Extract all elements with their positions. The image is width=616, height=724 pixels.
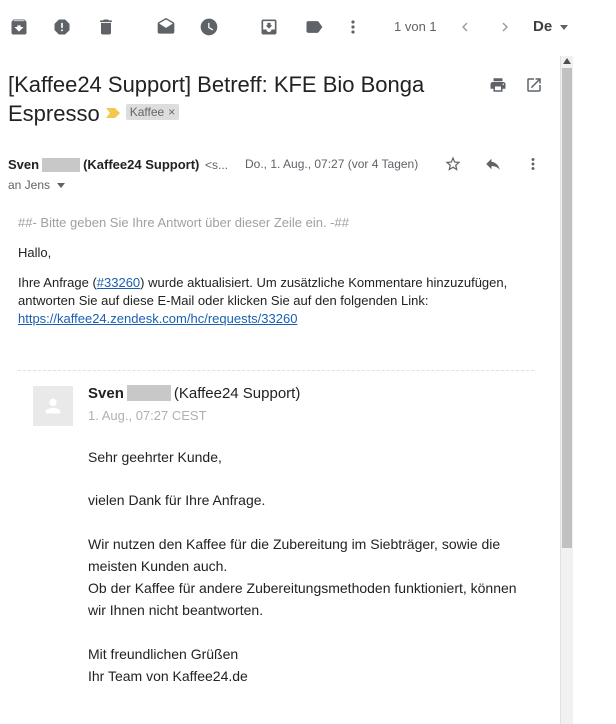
divider <box>18 370 534 371</box>
caret-down-icon <box>560 25 569 30</box>
redacted-surname <box>42 157 81 172</box>
report-spam-icon[interactable] <box>51 16 73 38</box>
mark-unread-icon[interactable] <box>155 16 177 38</box>
avatar <box>33 386 73 426</box>
scroll-thumb[interactable] <box>562 68 572 548</box>
quoted-sender: Sven (Kaffee24 Support) <box>88 385 300 402</box>
caret-down-icon <box>57 182 66 188</box>
important-marker-icon[interactable] <box>105 108 120 119</box>
language-selector[interactable]: De <box>533 18 569 35</box>
sender-first-name: Sven <box>8 157 40 172</box>
intro-text-before: Ihre Anfrage ( <box>18 275 97 290</box>
person-icon <box>45 398 61 414</box>
chevron-left-icon[interactable] <box>455 16 475 38</box>
quoted-date: 1. Aug., 07:27 CEST <box>88 408 207 423</box>
pager-count: 1 von 1 <box>394 19 437 34</box>
ticket-link[interactable]: #33260 <box>97 275 140 290</box>
chevron-right-icon[interactable] <box>495 16 515 38</box>
sender-email: <s... <box>205 158 229 172</box>
sender[interactable]: Sven (Kaffee24 Support) <s... <box>8 157 228 173</box>
greeting: Hallo, <box>18 245 52 260</box>
quoted-line-2: Ob der Kaffee für andere Zubereitungsmet… <box>88 580 517 618</box>
open-in-new-window-icon[interactable] <box>525 76 545 96</box>
label-chip-text: Kaffee <box>129 105 165 120</box>
quoted-thanks: vielen Dank für Ihre Anfrage. <box>88 492 266 508</box>
quoted-signature: Ihr Team von Kaffee24.de <box>88 668 248 684</box>
subject-text: [Kaffee24 Support] Betreff: KFE Bio Bong… <box>8 72 425 126</box>
reply-icon[interactable] <box>484 155 504 175</box>
redacted-surname <box>126 385 171 402</box>
quoted-closing: Mit freundlichen Grüßen <box>88 646 239 662</box>
language-label: De <box>533 18 553 35</box>
more-vert-icon[interactable] <box>524 155 544 175</box>
message-date: Do., 1. Aug., 07:27 (vor 4 Tagen) <box>245 157 419 171</box>
snooze-icon[interactable] <box>198 16 220 38</box>
move-to-inbox-icon[interactable] <box>258 16 280 38</box>
more-vert-icon[interactable] <box>342 16 364 38</box>
recipient-details[interactable]: an Jens <box>8 178 66 192</box>
quoted-first-name: Sven <box>88 385 124 402</box>
toolbar: 1 von 1 De <box>0 0 616 54</box>
star-icon[interactable] <box>444 155 464 175</box>
sender-org: (Kaffee24 Support) <box>83 157 200 172</box>
print-icon[interactable] <box>489 76 509 96</box>
label-chip-kaffee[interactable]: Kaffee × <box>125 104 180 121</box>
email-subject: [Kaffee24 Support] Betreff: KFE Bio Bong… <box>8 70 488 128</box>
scroll-up-arrow-icon[interactable] <box>563 58 571 64</box>
intro-paragraph: Ihre Anfrage (#33260) wurde aktualisiert… <box>18 274 538 328</box>
quoted-line-1: Wir nutzen den Kaffee für die Zubereitun… <box>88 536 501 574</box>
request-url-link[interactable]: https://kaffee24.zendesk.com/hc/requests… <box>18 311 297 326</box>
quoted-org: (Kaffee24 Support) <box>173 385 301 402</box>
label-icon[interactable] <box>303 16 325 38</box>
reply-marker: ##- Bitte geben Sie Ihre Antwort über di… <box>18 215 349 230</box>
archive-icon[interactable] <box>8 16 30 38</box>
recipient-text: an Jens <box>8 178 51 192</box>
quoted-salutation: Sehr geehrter Kunde, <box>88 449 222 465</box>
remove-label-icon[interactable]: × <box>168 105 175 119</box>
delete-icon[interactable] <box>95 16 117 38</box>
scrollbar[interactable] <box>560 56 573 724</box>
